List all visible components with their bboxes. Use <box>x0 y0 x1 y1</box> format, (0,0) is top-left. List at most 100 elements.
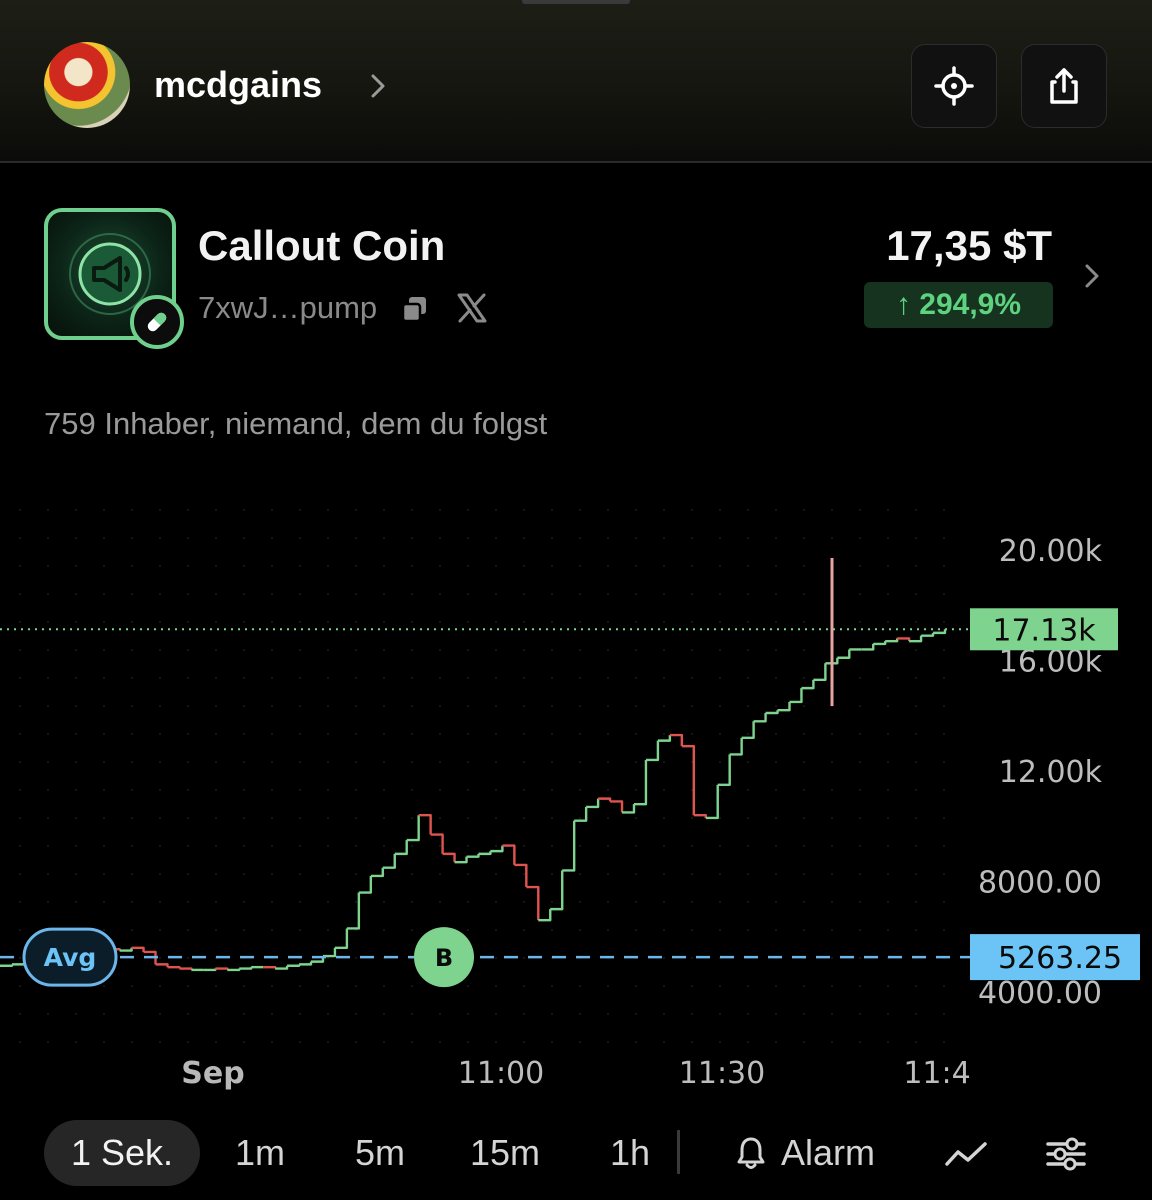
pill-badge <box>130 295 184 349</box>
price-line-segment <box>167 965 181 969</box>
grid-dot <box>579 901 581 903</box>
grid-dot <box>551 789 553 791</box>
grid-dot <box>159 649 161 651</box>
grid-dot <box>467 873 469 875</box>
price-line-segment <box>358 875 373 894</box>
grid-dot <box>859 733 861 735</box>
grid-dot <box>47 705 49 707</box>
grid-dot <box>383 593 385 595</box>
timeframe-1m[interactable]: 1m <box>224 1120 296 1186</box>
avatar[interactable] <box>44 42 130 128</box>
x-tick-label: Sep <box>181 1056 244 1091</box>
line-chart-icon[interactable] <box>944 1134 988 1174</box>
grid-dot <box>411 1013 413 1015</box>
grid-dot <box>691 733 693 735</box>
grid-dot <box>551 817 553 819</box>
price-line-segment <box>657 735 672 742</box>
grid-dot <box>551 537 553 539</box>
grid-dot <box>719 1041 721 1043</box>
grid-dot <box>607 873 609 875</box>
price-chart[interactable]: 20.00k16.00k12.00k8000.004000.00Sep 11:00… <box>0 470 1152 1110</box>
grid-dot <box>551 873 553 875</box>
grid-dot <box>943 677 945 679</box>
grid-dot <box>775 565 777 567</box>
grid-dot <box>523 593 525 595</box>
grid-dot <box>271 565 273 567</box>
timeframe-5m[interactable]: 5m <box>344 1120 416 1186</box>
grid-dot <box>831 761 833 763</box>
avg-pill-label[interactable]: Avg <box>44 943 97 972</box>
price-line-segment <box>622 804 636 814</box>
grid-dot <box>859 593 861 595</box>
grid-dot <box>215 677 217 679</box>
chevron-right-icon[interactable] <box>1082 258 1104 294</box>
grid-dot <box>467 1041 469 1043</box>
alarm-label: Alarm <box>781 1132 876 1173</box>
alarm-button[interactable]: Alarm <box>735 1120 875 1186</box>
grid-dot <box>243 593 245 595</box>
grid-dot <box>159 1041 161 1043</box>
buy-marker-label[interactable]: B <box>435 944 453 972</box>
username[interactable]: mcdgains <box>154 64 322 106</box>
divider <box>677 1130 680 1174</box>
grid-dot <box>47 873 49 875</box>
grid-dot <box>495 621 497 623</box>
grid-dot <box>579 705 581 707</box>
grid-dot <box>887 1041 889 1043</box>
grid-dot <box>131 509 133 511</box>
grid-dot <box>719 677 721 679</box>
price-line-segment <box>299 961 313 966</box>
price-line-segment <box>550 870 564 911</box>
grid-dot <box>943 593 945 595</box>
x-logo-icon[interactable] <box>456 292 488 324</box>
settings-sliders-icon[interactable] <box>1044 1134 1088 1174</box>
grid-dot <box>75 789 77 791</box>
grid-dot <box>523 761 525 763</box>
grid-dot <box>159 985 161 987</box>
timeframe-1h[interactable]: 1h <box>600 1120 660 1186</box>
grid-dot <box>19 649 21 651</box>
price-line-segment <box>669 733 684 747</box>
grid-dot <box>747 1041 749 1043</box>
grid-dot <box>803 649 805 651</box>
grid-dot <box>327 705 329 707</box>
price-line-segment <box>418 814 432 835</box>
chevron-right-icon[interactable] <box>368 68 390 104</box>
grid-dot <box>607 985 609 987</box>
grid-dot <box>719 509 721 511</box>
grid-dot <box>103 817 105 819</box>
grid-dot <box>47 733 49 735</box>
grid-dot <box>523 957 525 959</box>
grid-dot <box>803 901 805 903</box>
grid-dot <box>467 761 469 763</box>
grid-dot <box>467 649 469 651</box>
grid-dot <box>411 929 413 931</box>
share-button[interactable] <box>1021 44 1107 128</box>
grid-dot <box>467 901 469 903</box>
target-button[interactable] <box>911 44 997 128</box>
grid-dot <box>635 1013 637 1015</box>
grid-dot <box>803 537 805 539</box>
grid-dot <box>411 733 413 735</box>
grid-dot <box>887 817 889 819</box>
grid-dot <box>19 985 21 987</box>
grid-dot <box>299 537 301 539</box>
grid-dot <box>243 929 245 931</box>
grid-dot <box>635 985 637 987</box>
grid-dot <box>635 537 637 539</box>
timeframe-1s[interactable]: 1 Sek. <box>44 1120 200 1186</box>
grid-dot <box>915 761 917 763</box>
grid-dot <box>411 1041 413 1043</box>
avg-price-label: 5263.25 <box>998 941 1122 976</box>
price-line-segment <box>478 851 492 856</box>
grid-dot <box>299 845 301 847</box>
grid-dot <box>803 621 805 623</box>
grid-dot <box>47 649 49 651</box>
copy-icon[interactable] <box>400 294 430 324</box>
grid-dot <box>243 761 245 763</box>
coin-address[interactable]: 7xwJ…pump <box>198 290 377 326</box>
timeframe-15m[interactable]: 15m <box>462 1120 548 1186</box>
grid-dot <box>439 845 441 847</box>
grid-dot <box>887 845 889 847</box>
grid-dot <box>859 621 861 623</box>
